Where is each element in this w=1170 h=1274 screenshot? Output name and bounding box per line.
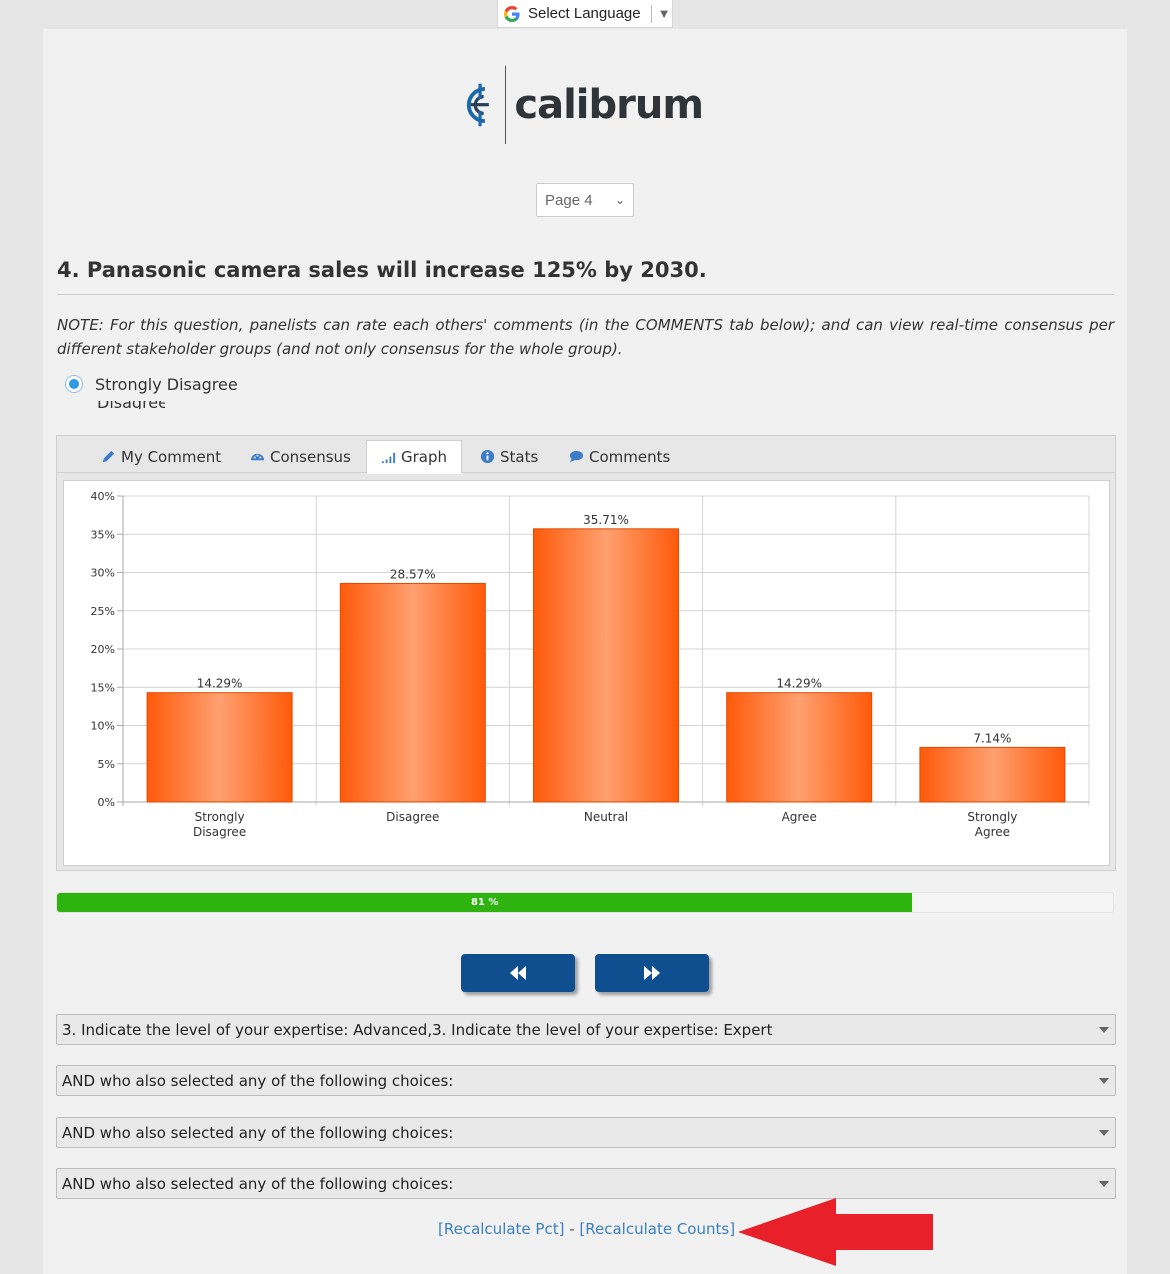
result-tabs-panel: My Comment Consensus Graph Stats Comment… — [56, 435, 1116, 871]
language-label: Select Language — [528, 5, 641, 22]
triangle-down-icon — [1099, 1027, 1109, 1033]
graph-chart: 0% 5% 10% 15% 20% 25% 30% 35% 40% 14.29% Strongly D… — [63, 480, 1110, 866]
bar — [919, 746, 1066, 803]
caret-down-icon: ▼ — [657, 6, 671, 21]
y-tick-label: 5% — [98, 758, 115, 771]
triangle-down-icon — [1099, 1181, 1109, 1187]
triangle-down-icon — [1099, 1130, 1109, 1136]
x-category-label: Neutral — [584, 810, 628, 824]
fast-forward-icon — [644, 966, 660, 980]
question-title: 4. Panasonic camera sales will increase … — [57, 258, 707, 282]
option-label: Strongly Disagree — [95, 374, 238, 394]
bar-value-label: 28.57% — [390, 567, 436, 581]
page-select-value: Page 4 — [545, 191, 593, 209]
rewind-icon — [510, 966, 526, 980]
y-tick-label: 40% — [91, 490, 115, 503]
filter-value: AND who also selected any of the followi… — [62, 1071, 454, 1090]
recalculate-pct-link[interactable]: [Recalculate Pct] — [438, 1220, 564, 1238]
tab-label: Consensus — [270, 447, 351, 466]
tab-consensus[interactable]: Consensus — [236, 440, 365, 473]
comment-bubble-icon — [569, 450, 584, 463]
recalculate-counts-link[interactable]: [Recalculate Counts] — [579, 1220, 735, 1238]
bar-chart: 0%5%10%15%20%25%30%35%40%14.29%StronglyD… — [91, 490, 1090, 839]
x-category-label: Agree — [782, 810, 817, 824]
page-select[interactable]: Page 4 ⌄ — [536, 183, 634, 217]
dashboard-icon — [250, 453, 265, 461]
calibrum-logo: calibrum — [463, 65, 704, 145]
tab-graph[interactable]: Graph — [366, 440, 463, 474]
tab-strip: My Comment Consensus Graph Stats Comment… — [57, 436, 1115, 474]
info-icon — [480, 449, 495, 464]
progress-bar: 81 % — [56, 892, 1114, 913]
filter-value: AND who also selected any of the followi… — [62, 1174, 454, 1193]
x-category-label: Agree — [975, 825, 1010, 839]
tab-my-comment[interactable]: My Comment — [87, 440, 235, 473]
calibrum-mark-icon — [466, 83, 489, 127]
x-category-label: Disagree — [386, 810, 439, 824]
bar-signal-icon — [381, 452, 396, 463]
tab-stats[interactable]: Stats — [466, 440, 552, 473]
filter-select-3[interactable]: AND who also selected any of the followi… — [56, 1117, 1116, 1148]
survey-page: calibrum Page 4 ⌄ 4. Panasonic camera sa… — [43, 29, 1127, 1274]
logo-wordmark: calibrum — [514, 82, 704, 128]
x-category-label: Disagree — [193, 825, 246, 839]
tab-label: Comments — [589, 447, 671, 466]
progress-fill: 81 % — [57, 893, 913, 912]
option-strongly-disagree[interactable]: Strongly Disagree — [65, 373, 238, 395]
tab-comments[interactable]: Comments — [555, 440, 684, 473]
bar-value-label: 7.14% — [973, 731, 1011, 745]
filter-select-2[interactable]: AND who also selected any of the followi… — [56, 1065, 1116, 1096]
progress-label: 81 % — [470, 897, 499, 908]
bar — [533, 528, 679, 803]
question-note: NOTE: For this question, panelists can r… — [57, 316, 1114, 358]
link-separator: - — [564, 1220, 580, 1238]
option-label: Disagree — [97, 401, 165, 409]
bar-value-label: 35.71% — [583, 513, 629, 527]
y-tick-label: 20% — [91, 643, 115, 656]
previous-button[interactable] — [461, 954, 575, 992]
y-tick-label: 15% — [91, 681, 115, 694]
x-category-label: Strongly — [967, 810, 1017, 824]
bar — [726, 692, 873, 803]
red-arrow-annotation — [738, 1198, 933, 1266]
triangle-down-icon — [1099, 1078, 1109, 1084]
y-tick-label: 10% — [91, 720, 115, 733]
y-tick-label: 25% — [91, 605, 115, 618]
y-tick-label: 35% — [91, 528, 115, 541]
bar-value-label: 14.29% — [776, 677, 822, 691]
pencil-icon — [102, 450, 115, 463]
option-disagree-clipped[interactable]: Disagree — [65, 401, 165, 409]
filter-select-4[interactable]: AND who also selected any of the followi… — [56, 1168, 1116, 1199]
tab-label: Graph — [401, 448, 448, 466]
language-selector[interactable]: Select Language ▼ — [497, 0, 673, 28]
chevron-down-icon: ⌄ — [614, 193, 625, 207]
filter-select-1[interactable]: 3. Indicate the level of your expertise:… — [56, 1014, 1116, 1045]
radio-button[interactable] — [65, 375, 83, 393]
radio-selected-dot — [69, 379, 79, 389]
bar — [146, 692, 293, 803]
divider — [650, 4, 652, 23]
y-tick-label: 0% — [98, 796, 115, 809]
filter-value: AND who also selected any of the followi… — [62, 1123, 454, 1142]
bar-value-label: 14.29% — [197, 677, 243, 691]
x-category-label: Strongly — [195, 810, 245, 824]
recalculate-links: [Recalculate Pct] - [Recalculate Counts] — [438, 1220, 735, 1238]
next-button[interactable] — [595, 954, 709, 992]
tab-label: Stats — [500, 447, 539, 466]
y-tick-label: 30% — [91, 567, 115, 580]
filter-value: 3. Indicate the level of your expertise:… — [62, 1020, 773, 1039]
bar — [339, 582, 486, 803]
logo-divider — [505, 66, 507, 144]
tab-label: My Comment — [121, 447, 222, 466]
google-g-icon — [504, 5, 520, 22]
divider — [57, 294, 1114, 295]
